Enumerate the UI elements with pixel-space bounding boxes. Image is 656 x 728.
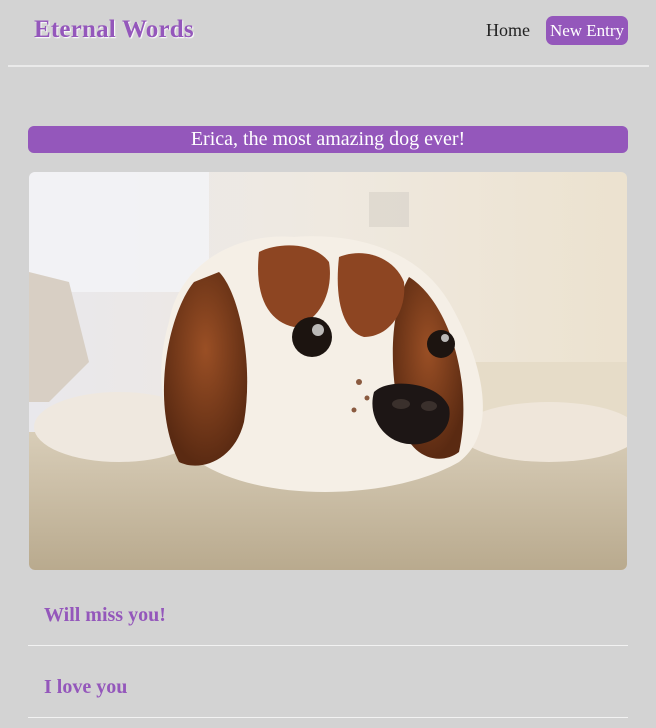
- entry-title: Erica, the most amazing dog ever!: [28, 126, 628, 153]
- entry-photo: [29, 172, 627, 570]
- message-item: Will miss you!: [28, 590, 628, 646]
- new-entry-button[interactable]: New Entry: [546, 16, 628, 45]
- message-item: I love you: [28, 662, 628, 718]
- navbar: Eternal Words Home New Entry: [8, 0, 649, 67]
- nav-home-link[interactable]: Home: [486, 20, 530, 41]
- message-text: I love you: [44, 676, 128, 698]
- message-text: Will miss you!: [44, 604, 166, 626]
- brand-logo[interactable]: Eternal Words: [34, 16, 194, 44]
